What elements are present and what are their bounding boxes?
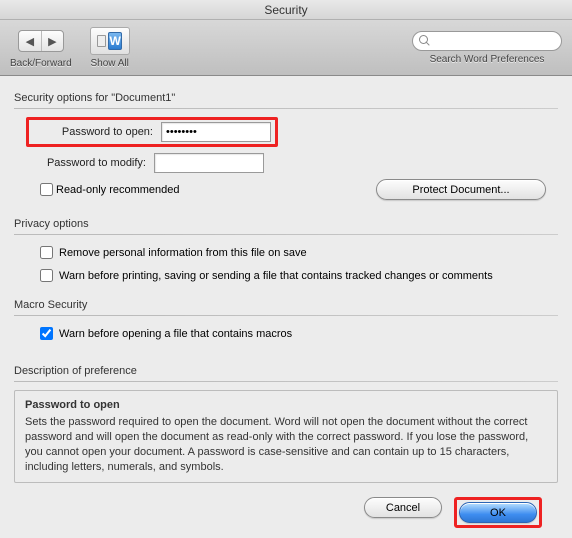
window-title: Security (0, 0, 572, 20)
warn-macros-row: Warn before opening a file that contains… (36, 324, 558, 343)
divider (14, 234, 558, 235)
back-forward-group: ◀ ▶ Back/Forward (10, 27, 72, 69)
password-open-row: Password to open: (26, 117, 558, 147)
toolbar: ◀ ▶ Back/Forward W Show All Search Word … (0, 20, 572, 76)
ok-highlight: OK (454, 497, 542, 528)
warn-tracked-label: Warn before printing, saving or sending … (59, 270, 493, 282)
privacy-options-label: Privacy options (14, 218, 558, 232)
password-open-input[interactable] (161, 122, 271, 142)
warn-tracked-row: Warn before printing, saving or sending … (36, 266, 558, 285)
macro-security-label: Macro Security (14, 299, 558, 313)
show-all-label: Show All (91, 58, 129, 69)
ok-button[interactable]: OK (459, 502, 537, 523)
description-label: Description of preference (14, 365, 558, 379)
cancel-button[interactable]: Cancel (364, 497, 442, 518)
back-forward-label: Back/Forward (10, 58, 72, 69)
show-all-group: W Show All (90, 27, 130, 69)
password-modify-row: Password to modify: (26, 153, 558, 173)
preferences-pane: Security options for "Document1" Passwor… (0, 76, 572, 538)
search-group: Search Word Preferences (412, 31, 562, 65)
forward-button[interactable]: ▶ (41, 31, 63, 52)
page-icon (97, 35, 106, 47)
divider (14, 381, 558, 382)
protect-document-button[interactable]: Protect Document... (376, 179, 546, 200)
read-only-checkbox[interactable] (40, 183, 53, 196)
word-icon: W (108, 32, 122, 50)
description-body: Sets the password required to open the d… (25, 415, 547, 474)
show-all-button[interactable]: W (90, 27, 130, 55)
divider (14, 315, 558, 316)
password-open-label: Password to open: (33, 126, 153, 138)
search-field-wrap (412, 31, 562, 51)
back-button[interactable]: ◀ (19, 31, 41, 52)
readonly-protect-row: Read-only recommended Protect Document..… (36, 179, 546, 200)
remove-personal-row: Remove personal information from this fi… (36, 243, 558, 262)
warn-macros-checkbox[interactable] (40, 327, 53, 340)
password-open-highlight: Password to open: (26, 117, 278, 147)
security-options-label: Security options for "Document1" (14, 92, 558, 106)
search-input[interactable] (423, 34, 569, 48)
description-title: Password to open (25, 399, 547, 411)
password-modify-input[interactable] (154, 153, 264, 173)
warn-tracked-checkbox[interactable] (40, 269, 53, 282)
read-only-label: Read-only recommended (56, 184, 180, 196)
divider (14, 108, 558, 109)
remove-personal-label: Remove personal information from this fi… (59, 247, 307, 259)
warn-macros-label: Warn before opening a file that contains… (59, 328, 292, 340)
password-modify-label: Password to modify: (26, 157, 146, 169)
back-forward-segmented: ◀ ▶ (18, 30, 64, 52)
search-label: Search Word Preferences (430, 54, 545, 65)
remove-personal-checkbox[interactable] (40, 246, 53, 259)
description-box: Password to open Sets the password requi… (14, 390, 558, 483)
